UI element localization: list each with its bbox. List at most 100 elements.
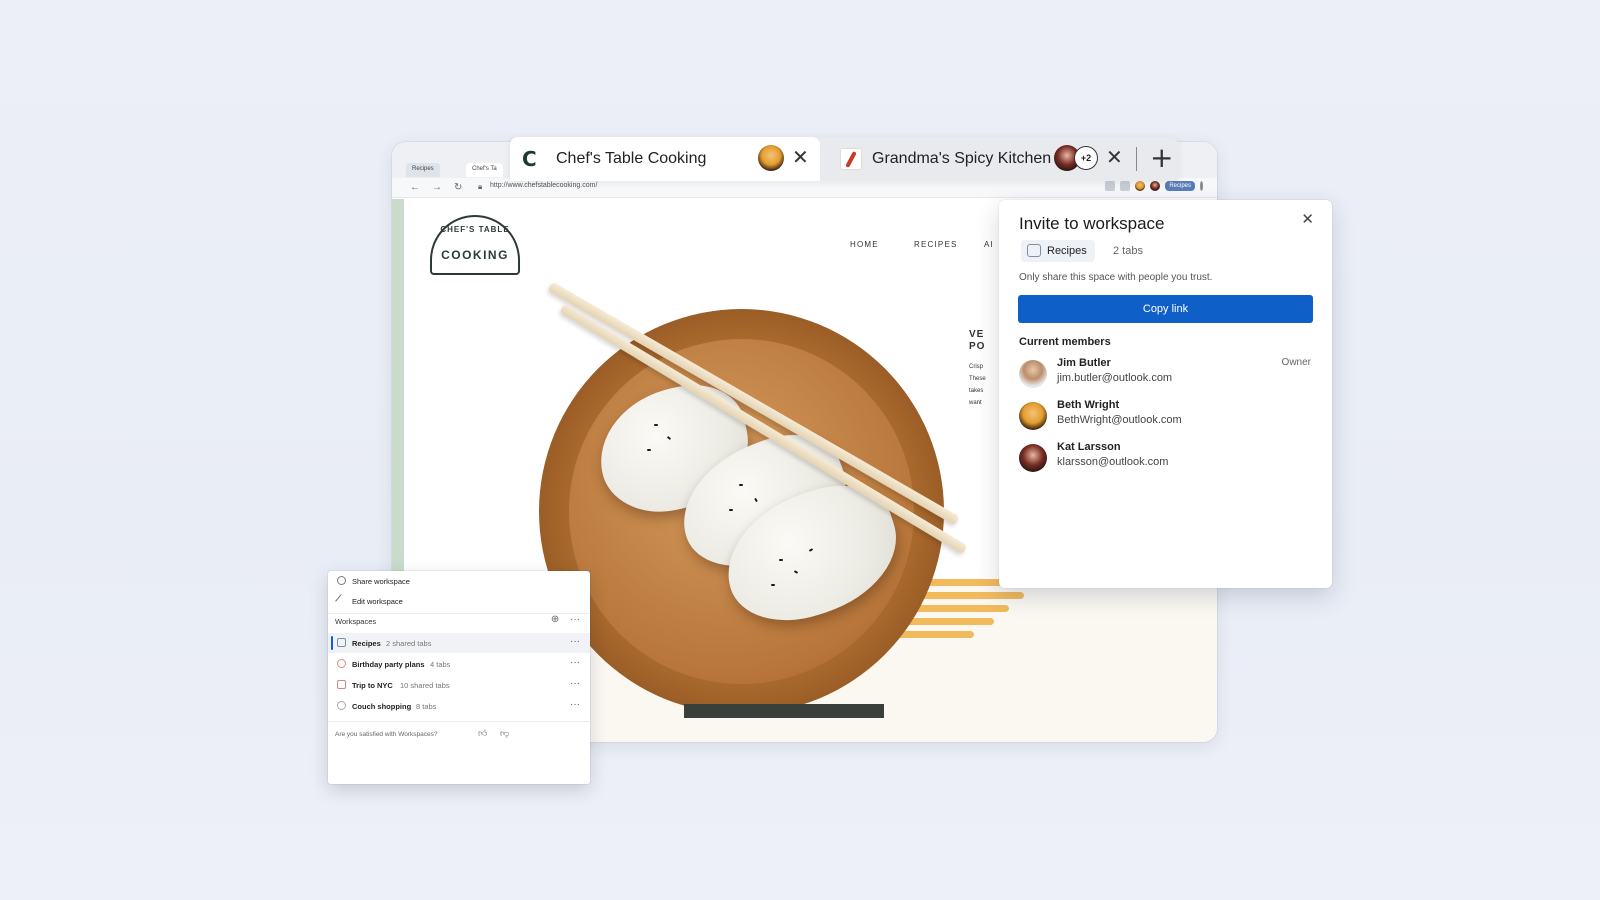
sesame-seed xyxy=(654,424,658,426)
workspace-icon xyxy=(337,659,346,668)
workspace-pill[interactable]: Recipes xyxy=(1165,181,1195,191)
workspace-name: Trip to NYC xyxy=(352,681,393,690)
copy-link-button[interactable]: Copy link xyxy=(1018,295,1313,323)
site-nav-recipes[interactable]: RECIPES xyxy=(914,240,958,249)
thumbs-up-icon[interactable]: 👍︎ xyxy=(478,728,487,739)
workspace-name: Birthday party plans xyxy=(352,660,425,669)
invite-to-workspace-panel: Invite to workspace ✕ Recipes 2 tabs Onl… xyxy=(999,200,1332,588)
workspace-tab-count: 10 shared tabs xyxy=(400,681,450,690)
address-bar-url[interactable]: http://www.chefstablecooking.com/ xyxy=(490,182,597,189)
hero-body-4: want xyxy=(969,400,982,406)
workspace-tab-count: 8 tabs xyxy=(416,702,437,711)
avatar xyxy=(1019,402,1047,430)
tab-divider xyxy=(1136,147,1137,171)
member-role: Owner xyxy=(1281,357,1311,368)
hero-text: VE PO Crisp These takes want xyxy=(969,329,986,409)
workspace-item-nyc[interactable]: Trip to NYC 10 shared tabs ··· xyxy=(328,675,590,695)
member-row: Jim Butler jim.butler@outlook.com Owner xyxy=(1019,357,1319,393)
workspace-tab-count: 2 tabs xyxy=(1113,245,1143,257)
sesame-seed xyxy=(771,584,775,586)
address-bar-row: ← → ↻ 🔒︎ http://www.chefstablecooking.co… xyxy=(392,178,1217,198)
tab-title: Grandma's Spicy Kitchen xyxy=(872,150,1052,167)
site-logo-bottom: COOKING xyxy=(441,248,509,262)
workspace-name: Couch shopping xyxy=(352,702,412,711)
avatar xyxy=(1019,444,1047,472)
toolbar-icons: Recipes xyxy=(1105,181,1203,191)
workspace-item-recipes[interactable]: Recipes 2 shared tabs ··· xyxy=(328,633,590,653)
site-nav-home[interactable]: HOME xyxy=(850,240,879,249)
workspace-tab-count: 2 shared tabs xyxy=(386,639,432,648)
close-tab-icon[interactable]: ✕ xyxy=(1106,145,1123,169)
more-icon[interactable]: ··· xyxy=(570,699,580,710)
workspace-icon xyxy=(337,701,346,710)
workspaces-header-actions: ⊕ ··· xyxy=(551,614,580,625)
chefs-table-c-icon: C xyxy=(522,147,537,171)
menu-divider xyxy=(328,721,590,722)
extra-members-badge: +2 xyxy=(1074,146,1098,170)
collaborator-avatar xyxy=(758,145,784,171)
workspace-item-birthday[interactable]: Birthday party plans 4 tabs ··· xyxy=(328,654,590,674)
collections-icon[interactable] xyxy=(1120,181,1131,191)
workspace-icon xyxy=(337,680,346,689)
refresh-icon[interactable]: ↻ xyxy=(454,182,462,193)
edit-workspace-item[interactable]: Edit workspace xyxy=(328,591,590,611)
mini-tab-chefs[interactable]: Chef's Ta xyxy=(466,163,503,177)
back-arrow-icon[interactable]: ← xyxy=(410,182,420,193)
share-people-icon xyxy=(337,576,346,585)
close-tab-icon[interactable]: ✕ xyxy=(792,145,809,169)
recipe-thumbnail[interactable] xyxy=(684,704,884,718)
workspace-icon xyxy=(337,638,346,647)
pencil-icon xyxy=(335,594,348,607)
member-name: Beth Wright xyxy=(1057,399,1120,411)
add-workspace-icon[interactable]: ⊕ xyxy=(551,614,559,625)
tab-title: Chef's Table Cooking xyxy=(556,150,707,167)
member-row: Beth Wright BethWright@outlook.com xyxy=(1019,399,1319,435)
member-row: Kat Larsson klarsson@outlook.com xyxy=(1019,441,1319,477)
workspaces-header: Workspaces xyxy=(335,617,377,626)
current-members-heading: Current members xyxy=(1019,336,1111,348)
hero-heading-2: PO xyxy=(969,341,986,352)
invite-panel-title: Invite to workspace xyxy=(1019,214,1165,233)
collaborator-avatar-icon xyxy=(1135,181,1146,191)
mini-tab-recipes[interactable]: Recipes xyxy=(406,163,440,177)
sesame-seed xyxy=(779,559,783,561)
share-workspace-label: Share workspace xyxy=(352,577,410,586)
trust-note: Only share this space with people you tr… xyxy=(1019,272,1213,283)
hero-body-3: takes xyxy=(969,388,984,394)
member-name: Jim Butler xyxy=(1057,357,1111,369)
close-icon[interactable]: ✕ xyxy=(1301,210,1314,228)
workspace-tab-count: 4 tabs xyxy=(430,660,451,669)
more-icon[interactable]: ··· xyxy=(570,636,580,647)
workspace-icon xyxy=(1027,244,1041,257)
more-icon[interactable]: ··· xyxy=(570,614,580,625)
share-workspace-item[interactable]: Share workspace xyxy=(328,571,590,591)
sesame-seed xyxy=(729,509,733,511)
mini-tab-chefs-label: Chef's Ta xyxy=(472,166,497,172)
lock-icon: 🔒︎ xyxy=(478,182,483,191)
new-tab-plus-icon[interactable]: + xyxy=(1150,141,1173,174)
tab-strip: C Chef's Table Cooking ✕ Grandma's Spicy… xyxy=(510,137,1178,181)
more-icon[interactable] xyxy=(1200,181,1203,191)
tab-grandmas-spicy-kitchen[interactable]: Grandma's Spicy Kitchen +2 ✕ xyxy=(828,137,1140,181)
collaborator-avatar-icon xyxy=(1150,181,1161,191)
edit-workspace-label: Edit workspace xyxy=(352,597,403,606)
site-nav-about[interactable]: AI xyxy=(984,240,994,249)
feedback-prompt: Are you satisfied with Workspaces? xyxy=(335,731,438,738)
more-icon[interactable]: ··· xyxy=(570,657,580,668)
chili-icon xyxy=(840,148,862,170)
workspace-name: Recipes xyxy=(352,639,381,648)
tab-chefs-table-cooking[interactable]: C Chef's Table Cooking ✕ xyxy=(510,137,820,181)
workspaces-menu: Share workspace Edit workspace Workspace… xyxy=(328,571,590,784)
more-icon[interactable]: ··· xyxy=(570,678,580,689)
favorites-icon[interactable] xyxy=(1105,181,1116,191)
forward-arrow-icon[interactable]: → xyxy=(432,182,442,193)
hero-body-1: Crisp xyxy=(969,364,984,370)
site-logo-top: CHEF'S TABLE xyxy=(440,225,510,234)
member-email: klarsson@outlook.com xyxy=(1057,456,1169,468)
workspace-item-couch[interactable]: Couch shopping 8 tabs ··· xyxy=(328,696,590,716)
member-email: BethWright@outlook.com xyxy=(1057,414,1182,426)
mini-tab-recipes-label: Recipes xyxy=(412,166,434,172)
hero-heading-1: VE xyxy=(969,329,985,340)
sesame-seed xyxy=(647,449,651,451)
thumbs-down-icon[interactable]: 👎︎ xyxy=(500,728,509,739)
